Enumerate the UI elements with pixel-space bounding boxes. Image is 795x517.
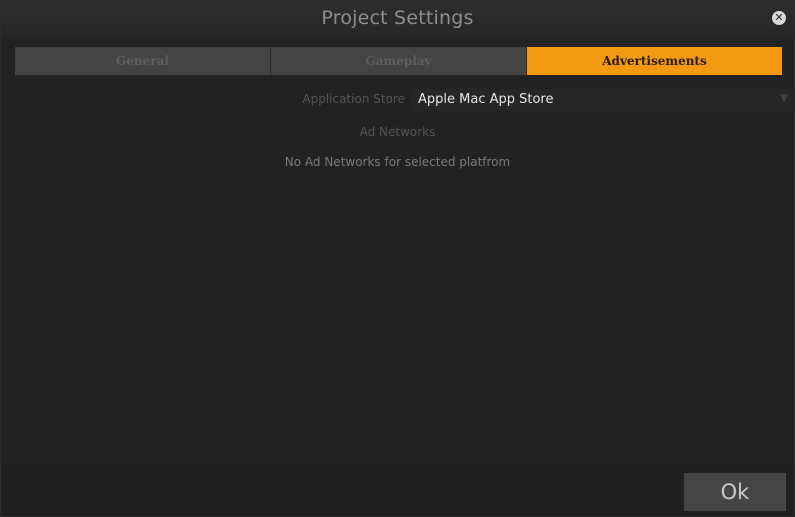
ad-networks-heading: Ad Networks [359,125,436,139]
chevron-down-icon[interactable]: ▼ [780,93,788,104]
application-store-row: Application Store Apple Mac App Store ▼ [1,89,794,111]
no-ad-networks-message: No Ad Networks for selected platfrom [284,155,511,169]
tab-advertisements[interactable]: Advertisements [526,47,782,75]
ok-button[interactable]: Ok [684,473,786,511]
close-icon[interactable]: ✕ [772,11,786,25]
application-store-label: Application Store [302,92,405,106]
title-bar[interactable]: Project Settings ✕ [1,1,794,39]
project-settings-dialog: Project Settings ✕ General Gameplay Adve… [0,0,795,517]
tab-gameplay[interactable]: Gameplay [270,47,526,75]
dialog-title: Project Settings [321,7,474,29]
tab-bar: General Gameplay Advertisements [15,47,782,75]
application-store-dropdown[interactable]: Apple Mac App Store ▼ [411,89,793,111]
dialog-footer: Ok [1,463,794,516]
application-store-value: Apple Mac App Store [418,92,554,107]
tab-general[interactable]: General [15,47,270,75]
